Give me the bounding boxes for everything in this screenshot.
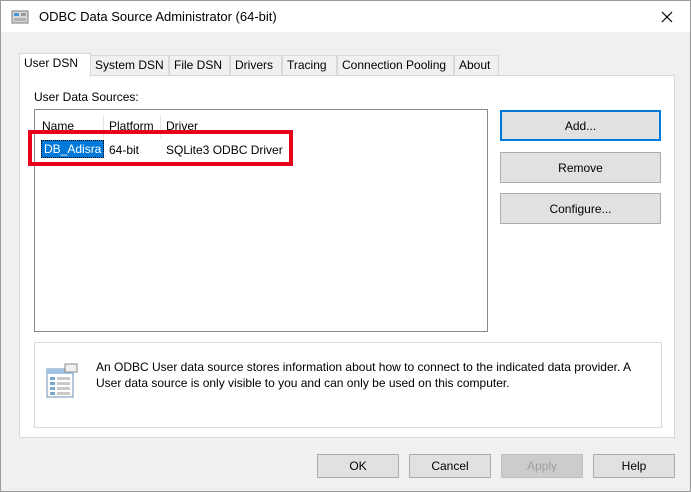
dsn-name-cell[interactable]: DB_Adisra xyxy=(41,140,105,158)
cancel-button-label: Cancel xyxy=(431,459,469,473)
apply-button[interactable]: Apply xyxy=(501,454,583,478)
tab-user-dsn[interactable]: User DSN xyxy=(19,53,91,77)
tab-connection-pooling[interactable]: Connection Pooling xyxy=(337,55,454,76)
user-data-sources-label: User Data Sources: xyxy=(34,90,139,104)
close-icon xyxy=(661,11,673,22)
data-source-icon xyxy=(46,363,78,398)
column-separator[interactable] xyxy=(160,116,161,138)
apply-button-label: Apply xyxy=(526,459,558,473)
user-data-sources-list[interactable]: Name Platform Driver DB_Adisra 64-bit SQ… xyxy=(34,109,488,332)
help-button[interactable]: Help xyxy=(593,454,675,478)
configure-button-label: Configure... xyxy=(549,201,612,216)
column-separator[interactable] xyxy=(103,116,104,138)
ok-button-label: OK xyxy=(349,459,367,473)
title-bar[interactable]: ODBC Data Source Administrator (64-bit) xyxy=(1,1,690,32)
info-box: An ODBC User data source stores informat… xyxy=(34,342,662,428)
tab-tracing[interactable]: Tracing xyxy=(282,55,337,76)
add-button-label: Add... xyxy=(564,118,597,133)
configure-button[interactable]: Configure... xyxy=(500,193,661,224)
help-button-label: Help xyxy=(621,459,647,473)
tab-about[interactable]: About xyxy=(454,55,499,76)
column-header-driver[interactable]: Driver xyxy=(166,119,198,133)
dsn-driver-cell[interactable]: SQLite3 ODBC Driver xyxy=(166,143,283,157)
window-title: ODBC Data Source Administrator (64-bit) xyxy=(39,9,277,24)
cancel-button[interactable]: Cancel xyxy=(409,454,491,478)
tab-drivers[interactable]: Drivers xyxy=(230,55,282,76)
remove-button[interactable]: Remove xyxy=(500,152,661,183)
column-header-platform[interactable]: Platform xyxy=(109,119,154,133)
close-button[interactable] xyxy=(644,1,690,32)
tab-file-dsn[interactable]: File DSN xyxy=(169,55,230,76)
column-header-name[interactable]: Name xyxy=(42,119,74,133)
ok-button[interactable]: OK xyxy=(317,454,399,478)
tab-system-dsn[interactable]: System DSN xyxy=(90,55,169,76)
odbc-admin-window: ODBC Data Source Administrator (64-bit) … xyxy=(0,0,691,492)
dsn-platform-cell[interactable]: 64-bit xyxy=(109,143,139,157)
remove-button-label: Remove xyxy=(558,160,603,175)
add-button[interactable]: Add... xyxy=(500,110,661,141)
odbc-app-icon xyxy=(11,10,29,24)
info-description: An ODBC User data source stores informat… xyxy=(96,360,631,390)
